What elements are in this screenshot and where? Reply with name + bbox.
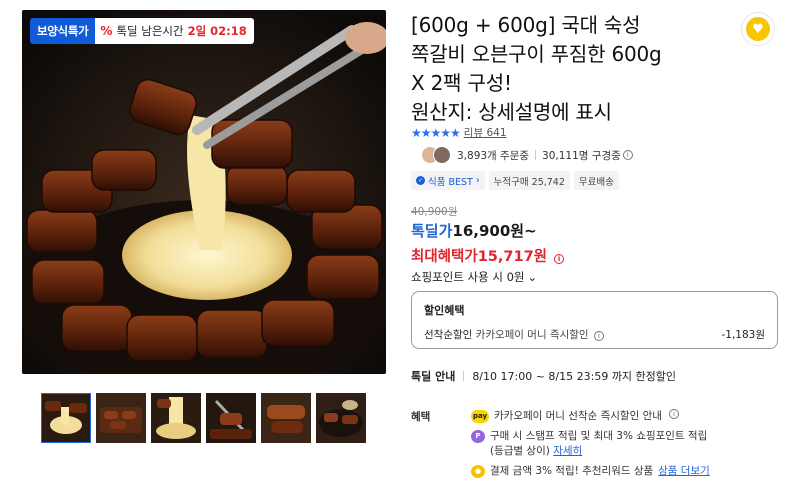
tag-best-label: 식품 BEST xyxy=(428,176,473,188)
details-link[interactable]: 자세히 xyxy=(553,445,582,457)
max-benefit-price: 최대혜택가15,717원 i xyxy=(411,245,565,266)
discount-title: 할인혜택 xyxy=(424,304,465,317)
title-line-4: 원산지: 상세설명에 표시 xyxy=(411,100,612,124)
ribs-tray-photo xyxy=(96,393,146,443)
orders-count: 3,893개 주문중 xyxy=(457,149,530,162)
best-icon: ✓ xyxy=(416,176,425,185)
benefit-line-2b: (등급별 상이) xyxy=(490,445,550,457)
deal-price: 톡딜가16,900원~ xyxy=(411,220,537,241)
info-icon[interactable]: i xyxy=(554,254,565,264)
cheese-pull-photo xyxy=(151,393,201,443)
max-price-value: 15,717원 xyxy=(477,249,547,265)
thumbnail-3[interactable] xyxy=(151,393,201,443)
coin-icon: ● xyxy=(471,465,485,478)
period-label: 톡딜 안내 xyxy=(411,370,456,383)
thumbnail-6[interactable] xyxy=(316,393,366,443)
tag-list: ✓ 식품 BEST › 누적구매 25,742 무료배송 xyxy=(411,171,619,190)
ribs-tongs-photo xyxy=(206,393,256,443)
kakaopay-icon: pay xyxy=(471,410,489,423)
thumbnail-2[interactable] xyxy=(96,393,146,443)
benefit-line-3: 결제 금액 3% 적립! 추천리워드 상품 xyxy=(490,465,654,477)
deal-badge: 보양식특가 % 톡딜 남은시간 2일 02:18 xyxy=(30,18,254,44)
badge-timer: % 톡딜 남은시간 2일 02:18 xyxy=(95,18,254,44)
badge-label: 보양식특가 xyxy=(30,18,96,44)
discount-box: 할인혜택 선착순할인 카카오페이 머니 즉시할인 i -1,183원 xyxy=(411,291,778,349)
benefit-line-points: P 구매 시 스탬프 적립 및 최대 3% 쇼핑포인트 적립 (등급별 상이) … xyxy=(471,429,707,459)
discount-value: -1,183원 xyxy=(721,329,765,341)
review-link[interactable]: 리뷰 641 xyxy=(464,125,507,140)
deal-period: 톡딜 안내 8/10 17:00 ~ 8/15 23:59 까지 한정할인 xyxy=(411,368,676,384)
more-products-link[interactable]: 상품 더보기 xyxy=(658,464,710,479)
thumbnail-5[interactable] xyxy=(261,393,311,443)
product-main-image[interactable]: 보양식특가 % 톡딜 남은시간 2일 02:18 xyxy=(22,10,386,374)
rating-row: ★★★★★ 리뷰 641 xyxy=(411,125,507,140)
discount-sub: 카카오페이 머니 즉시할인 xyxy=(475,329,589,341)
tag-cumulative: 누적구매 25,742 xyxy=(488,171,570,190)
benefit-line-reward: ● 결제 금액 3% 적립! 추천리워드 상품 상품 더보기 xyxy=(471,464,710,479)
benefit-label: 혜택 xyxy=(411,411,431,423)
thumbnail-4[interactable] xyxy=(206,393,256,443)
viewers-count: 30,111명 구경중 xyxy=(542,149,621,162)
ribs-photo xyxy=(22,10,386,374)
heart-icon: ♥ xyxy=(746,17,770,41)
discount-row: 선착순할인 카카오페이 머니 즉시할인 i -1,183원 xyxy=(424,327,765,342)
cheese-ribs-photo xyxy=(41,393,91,443)
buyer-avatars xyxy=(421,146,451,164)
chevron-down-icon: ⌄ xyxy=(527,270,538,284)
divider xyxy=(463,371,465,381)
product-title: [600g + 600g] 국대 숙성 쪽갈비 오븐구이 푸짐한 600g X … xyxy=(411,11,731,127)
percent-icon: % xyxy=(100,24,113,38)
period-value: 8/10 17:00 ~ 8/15 23:59 까지 한정할인 xyxy=(472,370,677,383)
avatar xyxy=(433,146,451,164)
title-line-3: X 2팩 구성! xyxy=(411,71,512,95)
point-icon: P xyxy=(471,430,485,443)
max-price-label: 최대혜택가 xyxy=(411,249,478,265)
wishlist-button[interactable]: ♥ xyxy=(741,12,775,46)
info-icon[interactable]: i xyxy=(622,150,633,160)
ribs-closeup-photo xyxy=(261,393,311,443)
thumbnail-strip xyxy=(41,393,366,443)
timer-label: 톡딜 남은시간 xyxy=(116,24,184,38)
title-line-2: 쪽갈비 오븐구이 푸짐한 600g xyxy=(411,42,662,66)
info-icon[interactable]: i xyxy=(593,331,604,341)
deal-price-value: 16,900원~ xyxy=(452,222,537,240)
divider xyxy=(535,150,537,160)
star-rating: ★★★★★ xyxy=(411,125,461,140)
benefit-line-2a: 구매 시 스탬프 적립 및 최대 3% 쇼핑포인트 적립 xyxy=(490,430,708,442)
discount-label: 선착순할인 xyxy=(424,329,473,341)
thumbnail-1[interactable] xyxy=(41,393,91,443)
title-line-1: [600g + 600g] 국대 숙성 xyxy=(411,13,641,37)
buyers-row: 3,893개 주문중 30,111명 구경중 i xyxy=(421,146,633,164)
timer-value: 2일 02:18 xyxy=(187,24,247,38)
original-price: 40,900원 xyxy=(411,206,458,218)
tag-free-shipping: 무료배송 xyxy=(573,171,619,190)
point-dropdown[interactable]: 쇼핑포인트 사용 시 0원 ⌄ xyxy=(411,269,537,285)
info-icon[interactable]: i xyxy=(668,409,679,419)
ribs-plate-photo xyxy=(316,393,366,443)
chevron-right-icon: › xyxy=(475,175,480,186)
benefit-line-1: 카카오페이 머니 선착순 즉시할인 안내 xyxy=(494,410,662,422)
deal-price-label: 톡딜가 xyxy=(411,222,453,240)
point-text: 쇼핑포인트 사용 시 0원 xyxy=(411,270,525,284)
benefit-line-kakaopay: pay 카카오페이 머니 선착순 즉시할인 안내 i xyxy=(471,409,679,424)
tag-best[interactable]: ✓ 식품 BEST › xyxy=(411,171,485,190)
